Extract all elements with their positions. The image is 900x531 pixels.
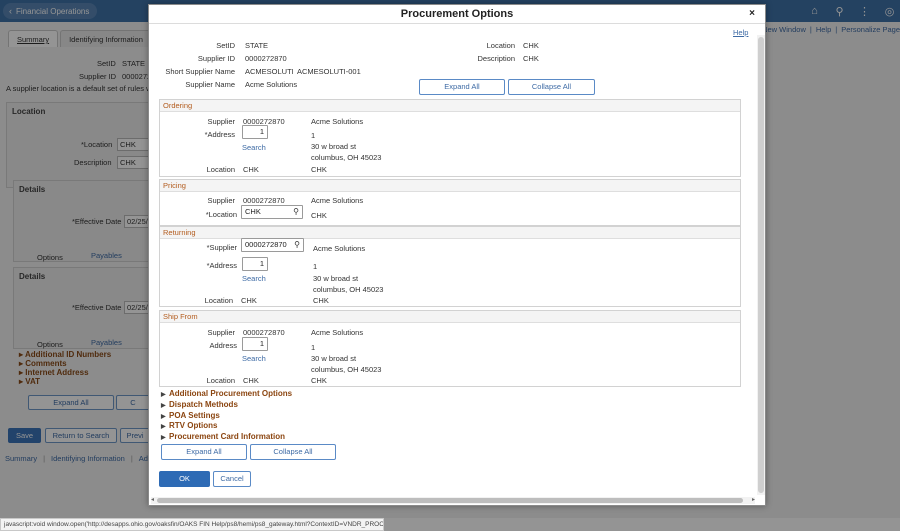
ordering-title: Ordering: [160, 100, 740, 112]
description-value: CHK: [523, 54, 539, 63]
short-supplier-name-value: ACMESOLUTI: [245, 67, 294, 76]
description-label: Description: [477, 54, 515, 63]
collapsible-procurement-card-information[interactable]: ▶ Procurement Card Information: [161, 432, 292, 443]
pricing-location-label: *Location: [205, 210, 237, 219]
ordering-supplier-name: Acme Solutions: [311, 117, 364, 126]
ok-button[interactable]: OK: [159, 471, 210, 487]
pricing-supplier-name: Acme Solutions: [311, 196, 364, 205]
scroll-right-icon[interactable]: ▸: [752, 496, 755, 503]
ordering-location-desc: CHK: [311, 165, 327, 174]
expand-all-button-top[interactable]: Expand All: [419, 79, 505, 95]
ordering-location-label: Location: [206, 165, 235, 174]
ship-from-address-label: Address: [209, 341, 237, 350]
supplier-name-value: Acme Solutions: [245, 80, 298, 89]
returning-address-line1: 1: [313, 262, 318, 271]
cancel-button[interactable]: Cancel: [213, 471, 251, 487]
pricing-location-input[interactable]: CHK ⚲: [241, 205, 303, 219]
procurement-options-modal: Procurement Options × Help SetID STATE S…: [148, 4, 766, 506]
supplier-id-label: Supplier ID: [197, 54, 235, 63]
returning-location-value: CHK: [241, 296, 257, 305]
ship-from-supplier-id: 0000272870: [243, 328, 285, 337]
pricing-supplier-label: Supplier: [207, 196, 235, 205]
ordering-address-line1: 1: [311, 131, 316, 140]
setid-label: SetID: [216, 41, 235, 50]
pricing-title: Pricing: [160, 180, 740, 192]
setid-value: STATE: [245, 41, 269, 50]
returning-address-input[interactable]: 1: [242, 257, 268, 271]
collapsible-dispatch-methods[interactable]: ▶ Dispatch Methods: [161, 400, 292, 411]
caret-right-icon: ▶: [161, 402, 166, 409]
scroll-left-icon[interactable]: ◂: [151, 496, 154, 503]
pricing-supplier-id: 0000272870: [243, 196, 285, 205]
returning-location-label: Location: [204, 296, 233, 305]
vertical-scrollbar-thumb[interactable]: [758, 37, 764, 493]
modal-help-link[interactable]: Help: [733, 28, 748, 37]
short-supplier-name-label: Short Supplier Name: [165, 67, 235, 76]
supplier-name-label: Supplier Name: [185, 80, 235, 89]
ship-from-address-line3: columbus, OH 45023: [311, 365, 382, 374]
search-icon[interactable]: ⚲: [294, 239, 300, 251]
collapse-all-button-top[interactable]: Collapse All: [508, 79, 595, 95]
returning-location-desc: CHK: [313, 296, 329, 305]
ship-from-title: Ship From: [160, 311, 740, 323]
status-bar: javascript:void window.open('http://desa…: [0, 518, 384, 531]
returning-search-link[interactable]: Search: [242, 274, 266, 283]
collapse-all-button-bottom[interactable]: Collapse All: [250, 444, 336, 460]
returning-address-line3: columbus, OH 45023: [313, 285, 384, 294]
collapsible-list: ▶ Additional Procurement Options ▶ Dispatc…: [161, 389, 292, 443]
collapsible-poa-settings[interactable]: ▶ POA Settings: [161, 411, 292, 422]
vertical-scrollbar[interactable]: [757, 35, 765, 495]
ordering-address-line3: columbus, OH 45023: [311, 153, 382, 162]
returning-address-label: *Address: [206, 261, 237, 270]
horizontal-scrollbar-thumb[interactable]: [157, 498, 743, 503]
returning-supplier-name: Acme Solutions: [313, 244, 366, 253]
returning-supplier-input[interactable]: 0000272870 ⚲: [241, 238, 304, 252]
ordering-address-line2: 30 w broad st: [311, 142, 357, 151]
caret-right-icon: ▶: [161, 424, 166, 431]
supplier-id-value: 0000272870: [245, 54, 287, 63]
returning-supplier-id: 0000272870: [245, 240, 287, 249]
ship-from-location-label: Location: [206, 376, 235, 385]
horizontal-scrollbar[interactable]: ◂ ▸: [151, 497, 755, 504]
ordering-location-value: CHK: [243, 165, 259, 174]
ordering-search-link[interactable]: Search: [242, 143, 266, 152]
collapsible-rtv-options[interactable]: ▶ RTV Options: [161, 421, 292, 432]
ordering-address-label: *Address: [204, 130, 235, 139]
ship-from-address-input[interactable]: 1: [242, 337, 268, 351]
ship-from-supplier-label: Supplier: [207, 328, 235, 337]
pricing-location-desc: CHK: [311, 211, 327, 220]
pricing-location-value: CHK: [245, 207, 261, 216]
caret-right-icon: ▶: [161, 413, 166, 420]
ship-from-address-line2: 30 w broad st: [311, 354, 357, 363]
returning-supplier-label: *Supplier: [206, 243, 237, 252]
expand-all-button-bottom[interactable]: Expand All: [161, 444, 247, 460]
ship-from-supplier-name: Acme Solutions: [311, 328, 364, 337]
ordering-supplier-label: Supplier: [207, 117, 235, 126]
ship-from-location-value: CHK: [243, 376, 259, 385]
location-label: Location: [486, 41, 515, 50]
ship-from-search-link[interactable]: Search: [242, 354, 266, 363]
close-icon[interactable]: ×: [749, 8, 755, 19]
search-icon[interactable]: ⚲: [293, 206, 299, 218]
short-supplier-name-value-2: ACMESOLUTI-001: [297, 67, 361, 76]
ship-from-address-line1: 1: [311, 343, 316, 352]
collapsible-additional-procurement-options[interactable]: ▶ Additional Procurement Options: [161, 389, 292, 400]
location-value: CHK: [523, 41, 539, 50]
ship-from-location-desc: CHK: [311, 376, 327, 385]
modal-title: Procurement Options: [149, 5, 765, 24]
caret-right-icon: ▶: [161, 435, 166, 442]
returning-address-line2: 30 w broad st: [313, 274, 359, 283]
caret-right-icon: ▶: [161, 392, 166, 398]
ordering-address-input[interactable]: 1: [242, 125, 268, 139]
